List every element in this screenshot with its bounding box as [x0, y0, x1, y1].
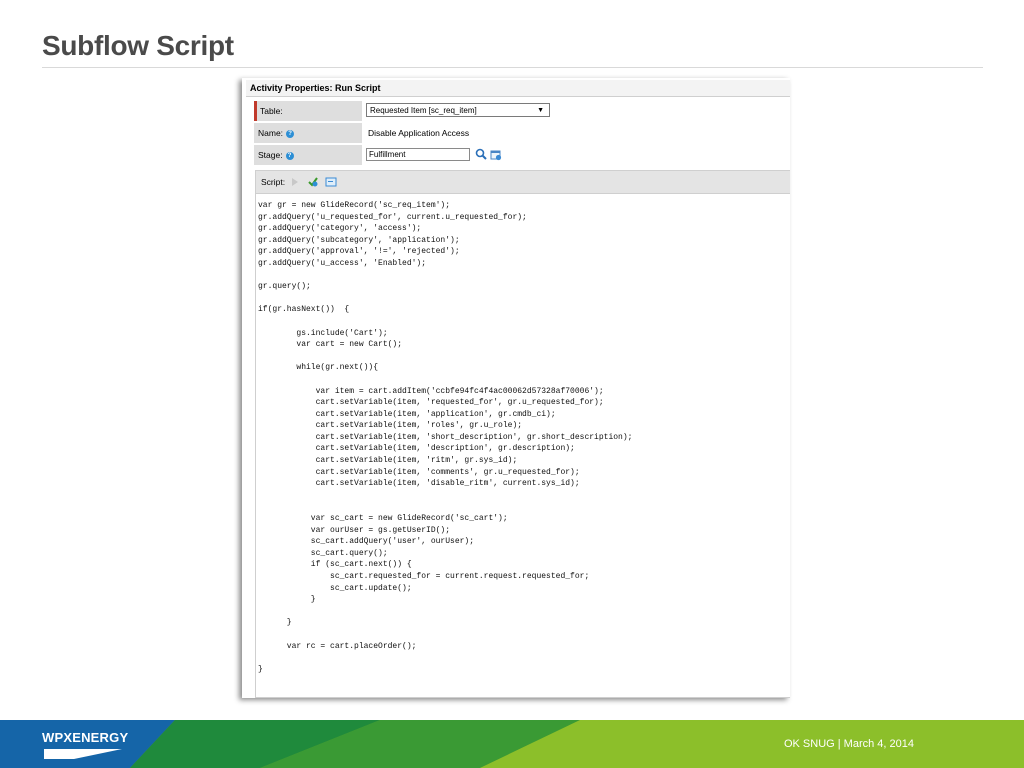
code-line: sc_cart.requested_for = current.request.… — [330, 572, 590, 581]
code-line: var cart = new Cart(); — [296, 340, 403, 350]
code-line: var rc = cart.placeOrder(); — [286, 641, 417, 651]
help-icon[interactable]: ? — [286, 129, 295, 138]
help-icon[interactable]: ? — [285, 151, 294, 160]
code-line: } — [310, 595, 316, 605]
code-line: cart.setVariable(item, 'requested_for', … — [315, 398, 604, 408]
title-divider — [42, 67, 983, 68]
script-toggle-icon[interactable] — [289, 176, 301, 188]
code-line: } — [258, 664, 263, 674]
code-line: var sc_cart = new GlideRecord('sc_cart')… — [310, 514, 508, 524]
code-line: gr.addQuery('approval', '!=', 'rejected'… — [258, 247, 460, 257]
table-select[interactable]: Requested Item [sc_req_item] ▼ — [366, 103, 550, 117]
code-line: cart.setVariable(item, 'description', gr… — [315, 444, 575, 454]
code-line: gr.addQuery('subcategory', 'application'… — [258, 235, 460, 245]
code-line: sc_cart.query(); — [310, 548, 388, 558]
logo-swoosh-icon — [44, 749, 122, 759]
panel-header: Activity Properties: Run Script — [246, 80, 790, 97]
code-line: sc_cart.addQuery('user', ourUser); — [310, 537, 475, 547]
code-line: cart.setVariable(item, 'application', gr… — [315, 409, 556, 419]
script-run-icon[interactable] — [307, 176, 319, 188]
script-fullscreen-icon[interactable] — [325, 176, 337, 188]
table-select-value: Requested Item [sc_req_item] — [370, 106, 477, 115]
code-line: gr.addQuery('u_requested_for', current.u… — [258, 212, 527, 222]
logo: WPXENERGY — [42, 730, 129, 745]
name-label: Name: — [258, 128, 284, 138]
code-line: cart.setVariable(item, 'short_descriptio… — [315, 432, 633, 442]
code-line: if (sc_cart.next()) { — [310, 560, 412, 570]
code-line: gr.addQuery('category', 'access'); — [258, 224, 422, 234]
code-line: sc_cart.update(); — [330, 583, 412, 593]
code-line: while(gr.next()){ — [296, 363, 379, 373]
code-line: var gr = new GlideRecord('sc_req_item'); — [258, 201, 451, 210]
slide-title: Subflow Script — [42, 30, 234, 61]
chevron-down-icon[interactable]: ▼ — [537, 104, 544, 118]
stage-input[interactable]: Fulfillment — [366, 148, 470, 161]
stage-label: Stage: — [258, 150, 283, 160]
name-field[interactable]: Disable Application Access — [364, 123, 790, 143]
code-line: cart.setVariable(item, 'roles', gr.u_rol… — [315, 421, 523, 431]
code-line: if(gr.hasNext()) { — [258, 305, 350, 315]
activity-properties-panel: Activity Properties: Run Script Table: R… — [246, 80, 790, 698]
code-line: cart.setVariable(item, 'comments', gr.u_… — [315, 467, 580, 477]
code-line: gr.query(); — [258, 282, 311, 292]
code-line: cart.setVariable(item, 'disable_ritm', c… — [315, 479, 580, 489]
code-line: gr.addQuery('u_access', 'Enabled'); — [258, 258, 427, 268]
code-line: } — [286, 618, 292, 628]
table-label: Table: — [254, 101, 362, 121]
table-row: Table: Requested Item [sc_req_item] ▼ — [246, 101, 790, 123]
reference-icon[interactable] — [490, 149, 502, 161]
script-toolbar: Script: — [256, 171, 790, 194]
script-label: Script: — [261, 177, 286, 187]
footer-bar: WPXENERGY OK SNUG | March 4, 2014 — [0, 720, 1024, 768]
script-code[interactable]: var gr = new GlideRecord('sc_req_item');… — [256, 194, 790, 675]
name-row: Name:? Disable Application Access — [246, 123, 790, 145]
code-line: gs.include('Cart'); — [296, 328, 388, 338]
footer-event-date: OK SNUG | March 4, 2014 — [783, 738, 914, 750]
code-line: var ourUser = gs.getUserID(); — [310, 525, 451, 535]
name-label-cell: Name:? — [254, 123, 362, 143]
name-value: Disable Application Access — [368, 128, 470, 138]
stage-row: Stage:? Fulfillment — [246, 145, 790, 167]
code-line: cart.setVariable(item, 'ritm', gr.sys_id… — [315, 456, 518, 466]
search-icon[interactable] — [475, 148, 487, 160]
code-line: var item = cart.addItem('ccbfe94fc4f4ac0… — [315, 386, 604, 396]
script-editor: Script: var gr = new GlideRecord('sc_req… — [255, 170, 790, 698]
stage-label-cell: Stage:? — [254, 145, 362, 165]
